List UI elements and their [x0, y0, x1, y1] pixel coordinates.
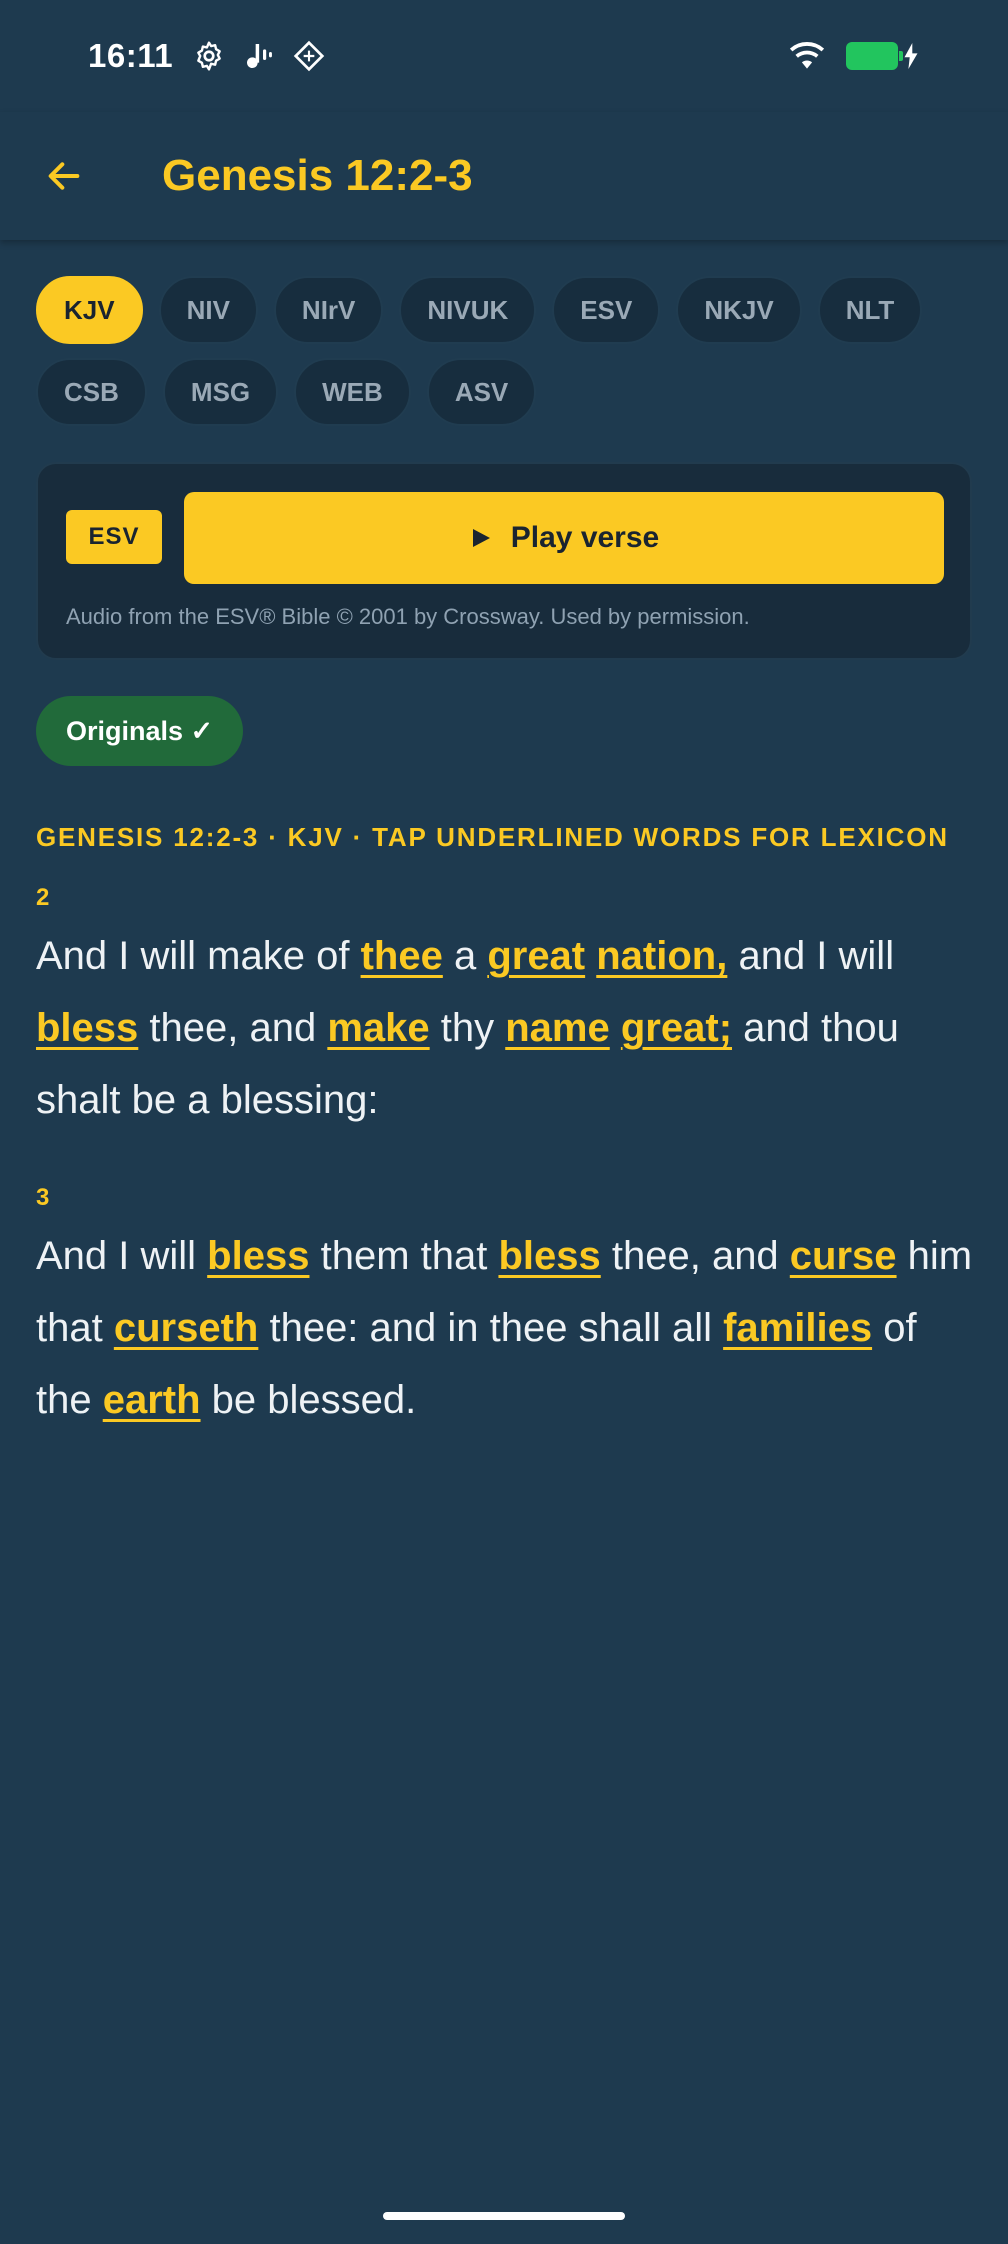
- verse-text-segment: thy: [429, 1006, 506, 1050]
- verse-text: And I will make of thee a great nation, …: [36, 920, 976, 1136]
- wifi-icon: [789, 42, 825, 69]
- translation-chip-nkjv[interactable]: NKJV: [676, 276, 802, 344]
- verse-number: 3: [36, 1184, 50, 1211]
- settings-gear-icon: [197, 41, 221, 71]
- back-button[interactable]: [14, 126, 114, 226]
- home-indicator[interactable]: [383, 2212, 625, 2220]
- lexicon-word[interactable]: bless: [207, 1234, 309, 1278]
- status-icons-left: [193, 40, 325, 72]
- verse-3: 3 And I will bless them that bless thee,…: [36, 1184, 976, 1436]
- lexicon-word[interactable]: curse: [790, 1234, 897, 1278]
- lexicon-word[interactable]: bless: [498, 1234, 600, 1278]
- audio-attribution: Audio from the ESV® Bible © 2001 by Cros…: [66, 604, 750, 629]
- reference-header: GENESIS 12:2-3 · KJV · TAP UNDERLINED WO…: [36, 822, 949, 852]
- translation-chip-nlt[interactable]: NLT: [817, 276, 923, 344]
- translation-chip-nirv[interactable]: NIrV: [273, 276, 384, 344]
- verse-text-segment: thee, and: [138, 1006, 328, 1050]
- translation-chip-kjv[interactable]: KJV: [36, 276, 143, 344]
- verse-text-segment: [610, 1006, 621, 1050]
- lexicon-word[interactable]: great;: [621, 1006, 732, 1050]
- verse-text-segment: [585, 934, 596, 978]
- page-title: Genesis 12:2-3: [162, 151, 473, 200]
- originals-toggle[interactable]: Originals ✓: [36, 696, 244, 766]
- status-bar: 16:11: [0, 0, 1008, 112]
- translation-chip-nivuk[interactable]: NIVUK: [399, 276, 537, 344]
- lexicon-word[interactable]: bless: [36, 1006, 138, 1050]
- status-icons-right: [788, 41, 920, 71]
- verse-text-segment: thee, and: [600, 1234, 790, 1278]
- diamond-grid-icon: [293, 40, 325, 72]
- verse-text: And I will bless them that bless thee, a…: [36, 1220, 976, 1436]
- audio-waves-icon: [247, 44, 273, 68]
- lexicon-word[interactable]: make: [327, 1006, 429, 1050]
- verse-text-segment: thee: and in thee shall all: [258, 1306, 724, 1350]
- translation-chip-asv[interactable]: ASV: [426, 358, 537, 426]
- verse-text-segment: a: [442, 934, 488, 978]
- translation-chip-niv[interactable]: NIV: [158, 276, 258, 344]
- verse-text-segment: and I will: [727, 934, 895, 978]
- lexicon-word[interactable]: curseth: [114, 1306, 259, 1350]
- status-time: 16:11: [88, 37, 174, 74]
- verse-text-segment: And I will make of: [36, 934, 361, 978]
- play-verse-button[interactable]: Play verse: [184, 492, 944, 584]
- play-verse-label: Play verse: [510, 521, 660, 554]
- lexicon-word[interactable]: families: [723, 1306, 872, 1350]
- app-bar: Genesis 12:2-3: [0, 112, 1008, 240]
- play-icon: [472, 529, 490, 547]
- translation-chip-msg[interactable]: MSG: [162, 358, 279, 426]
- lexicon-word[interactable]: earth: [103, 1378, 201, 1422]
- lexicon-word[interactable]: great: [487, 934, 585, 978]
- audio-card: ESV Play verse Audio from the ESV® Bible…: [36, 462, 972, 660]
- lexicon-word[interactable]: name: [505, 1006, 610, 1050]
- arrow-left-icon: [48, 162, 80, 190]
- verse-2: 2 And I will make of thee a great nation…: [36, 884, 976, 1136]
- verse-text-segment: them that: [309, 1234, 499, 1278]
- lexicon-word[interactable]: thee: [361, 934, 443, 978]
- verse-number: 2: [36, 884, 50, 911]
- translation-chip-web[interactable]: WEB: [294, 358, 411, 426]
- battery-charging-icon: [846, 42, 920, 70]
- audio-version-badge: ESV: [66, 510, 162, 564]
- translation-chip-esv[interactable]: ESV: [552, 276, 661, 344]
- translation-chip-csb[interactable]: CSB: [36, 358, 147, 426]
- verse-text-segment: be blessed.: [200, 1378, 417, 1422]
- translation-chips: KJV NIV NIrV NIVUK ESV NKJV NLT CSB MSG WEB ASV: [36, 276, 996, 426]
- verse-text-segment: And I will: [36, 1234, 208, 1278]
- lexicon-word[interactable]: nation,: [596, 934, 727, 978]
